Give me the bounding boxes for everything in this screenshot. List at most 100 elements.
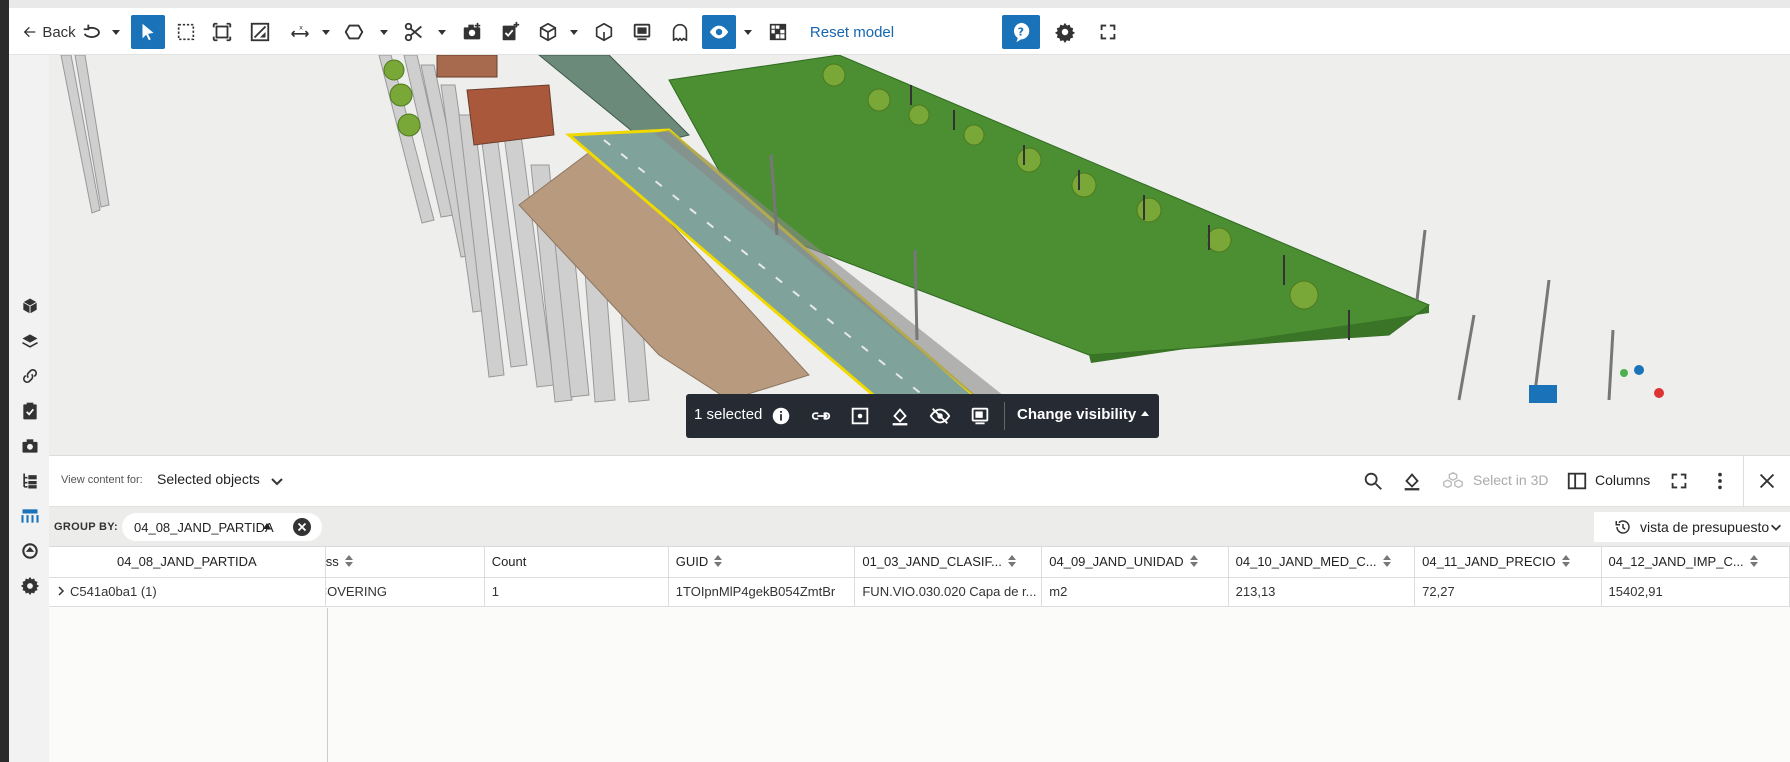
- orbit-dropdown[interactable]: [107, 15, 125, 49]
- group-cell[interactable]: C541a0ba1 (1): [49, 577, 326, 607]
- more-vertical-icon[interactable]: [1709, 470, 1731, 492]
- main-toolbar: Back x Reset model ?: [9, 8, 1790, 55]
- measure-button[interactable]: x: [285, 15, 315, 49]
- isolate-button[interactable]: [589, 15, 619, 49]
- sidebar-item-shapes[interactable]: [17, 538, 43, 564]
- caret-down-icon: [438, 30, 446, 35]
- columns-button[interactable]: Columns: [1595, 472, 1650, 488]
- fit-selection-button[interactable]: [848, 404, 872, 428]
- caret-up-icon[interactable]: [262, 521, 272, 531]
- window-left-edge: [0, 0, 9, 762]
- fullscreen-button[interactable]: [1093, 15, 1123, 49]
- sidebar-item-extensions[interactable]: [17, 573, 43, 599]
- shape-button[interactable]: [339, 15, 369, 49]
- table-cell: COVERING: [325, 577, 485, 607]
- section-button[interactable]: [245, 15, 275, 49]
- fit-selection-icon: [851, 407, 869, 425]
- sidebar-item-tree[interactable]: [17, 468, 43, 494]
- chevron-down-icon[interactable]: [269, 473, 285, 489]
- sidebar-item-links[interactable]: [17, 363, 43, 389]
- table-empty-area: [49, 608, 1790, 762]
- orbit-button[interactable]: [79, 15, 105, 49]
- cube-icon: [23, 298, 37, 314]
- object-view-dropdown[interactable]: [565, 15, 583, 49]
- select-tool-button[interactable]: [131, 15, 165, 49]
- sort-icon[interactable]: [1189, 555, 1199, 568]
- sort-icon[interactable]: [344, 555, 354, 568]
- back-button[interactable]: Back: [19, 15, 79, 49]
- sidebar-item-objects[interactable]: [17, 293, 43, 319]
- svg-text:x: x: [299, 23, 303, 31]
- ghost-button[interactable]: [665, 15, 695, 49]
- scissors-icon: [404, 22, 422, 42]
- search-icon[interactable]: [1362, 470, 1384, 492]
- viewer-button[interactable]: [627, 15, 657, 49]
- column-header[interactable]: 04_11_JAND_PRECIO: [1414, 547, 1602, 578]
- table-row[interactable]: C541a0ba1 (1) COVERING 1 1TOIpnMlP4gekB0…: [49, 577, 1790, 607]
- properties-table: 04_08_JAND_PARTIDA ss Count GUID 01_03_J…: [49, 547, 1790, 607]
- select-in-3d-button[interactable]: Select in 3D: [1473, 472, 1548, 488]
- view-preset-select[interactable]: vista de presupuesto: [1594, 512, 1790, 542]
- sort-icon[interactable]: [1382, 555, 1392, 568]
- cell-value: C541a0ba1 (1): [70, 584, 157, 599]
- view-preset-value: vista de presupuesto: [1640, 519, 1770, 535]
- column-header-label: 04_09_JAND_UNIDAD: [1049, 554, 1184, 570]
- sort-icon[interactable]: [713, 555, 723, 568]
- group-by-chip[interactable]: 04_08_JAND_PARTIDA: [122, 513, 322, 541]
- sort-icon[interactable]: [1749, 555, 1759, 568]
- measure-dropdown[interactable]: [317, 15, 335, 49]
- fit-button[interactable]: [207, 15, 237, 49]
- viewer-icon: [971, 407, 989, 425]
- eye-off-icon: [929, 408, 951, 424]
- fullscreen-icon[interactable]: [1668, 470, 1690, 492]
- column-header[interactable]: 04_12_JAND_IMP_C...: [1601, 547, 1790, 578]
- reset-model-button[interactable]: Reset model: [801, 15, 903, 49]
- remove-group-icon[interactable]: [292, 517, 312, 537]
- help-button[interactable]: ?: [1002, 15, 1040, 49]
- columns-icon[interactable]: [1566, 470, 1588, 492]
- column-header[interactable]: 04_10_JAND_MED_C...: [1228, 547, 1416, 578]
- add-todo-button[interactable]: [495, 15, 525, 49]
- header-divider: [1743, 456, 1744, 507]
- close-icon[interactable]: [1756, 470, 1778, 492]
- shape-dropdown[interactable]: [375, 15, 393, 49]
- sidebar-item-layers[interactable]: [17, 328, 43, 354]
- clip-button[interactable]: [399, 15, 429, 49]
- info-button[interactable]: [769, 404, 793, 428]
- sort-icon[interactable]: [1007, 555, 1017, 568]
- add-snapshot-button[interactable]: [457, 15, 487, 49]
- object-view-button[interactable]: [533, 15, 563, 49]
- view-content-for-select[interactable]: Selected objects: [157, 471, 260, 487]
- sidebar-item-todos[interactable]: [17, 398, 43, 424]
- settings-button[interactable]: [1050, 15, 1080, 49]
- camera-icon: [22, 439, 38, 453]
- caret-down-icon: [112, 30, 120, 35]
- column-header[interactable]: GUID: [668, 547, 856, 578]
- sidebar-item-snapshots[interactable]: [17, 433, 43, 459]
- link-objects-button[interactable]: [809, 404, 833, 428]
- render-mode-button[interactable]: [763, 15, 793, 49]
- cursor-icon: [142, 23, 154, 41]
- column-header[interactable]: 01_03_JAND_CLASIF...: [854, 547, 1043, 578]
- table-cell: 1TOIpnMlP4gekB054ZmtBr: [668, 577, 856, 607]
- shapes-icon: [22, 543, 38, 559]
- chevron-right-icon[interactable]: [56, 586, 66, 596]
- isolate-selection-button[interactable]: [968, 404, 992, 428]
- column-header[interactable]: ss: [325, 547, 485, 578]
- change-visibility-button[interactable]: Change visibility: [1017, 406, 1150, 423]
- color-selection-button[interactable]: [888, 404, 912, 428]
- svg-text:?: ?: [1018, 26, 1024, 39]
- visibility-dropdown[interactable]: [739, 15, 757, 49]
- hide-selection-button[interactable]: [928, 404, 952, 428]
- sidebar-item-table[interactable]: [17, 503, 43, 529]
- column-header[interactable]: Count: [484, 547, 669, 578]
- group-by-value: 04_08_JAND_PARTIDA: [134, 520, 274, 535]
- paint-bucket-icon[interactable]: [1401, 470, 1423, 492]
- column-header[interactable]: 04_08_JAND_PARTIDA: [49, 547, 326, 578]
- sort-icon[interactable]: [1561, 555, 1571, 568]
- clipboard-check-icon: [23, 402, 37, 420]
- clip-dropdown[interactable]: [433, 15, 451, 49]
- column-header[interactable]: 04_09_JAND_UNIDAD: [1041, 547, 1229, 578]
- box-select-button[interactable]: [171, 15, 201, 49]
- visibility-button[interactable]: [702, 15, 736, 49]
